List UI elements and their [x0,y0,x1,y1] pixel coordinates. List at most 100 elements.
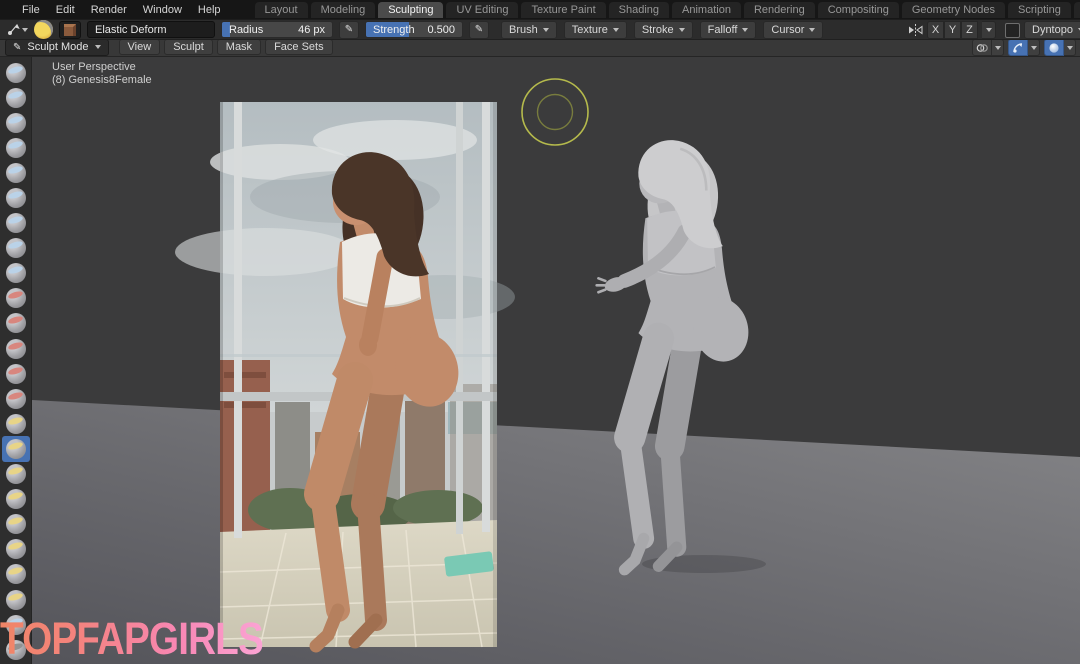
tool-elastic-deform[interactable] [2,436,30,461]
tab-sculpting[interactable]: Sculpting [378,2,443,18]
mirror-axis-buttons: XYZ [927,21,978,39]
mirror-icon [908,23,923,37]
chevron-down-icon [613,28,619,32]
elastic-deform-brush-icon [6,439,26,459]
dropdown-texture[interactable]: Texture [564,21,627,39]
mirror-axis-z[interactable]: Z [961,21,978,39]
menu-file[interactable]: File [14,2,48,18]
tool-multi-plane-scrape[interactable] [2,361,30,386]
show-gizmos-toggle[interactable] [1008,39,1028,56]
tool-scrape[interactable] [2,336,30,361]
stroke-label: Stroke [642,24,674,36]
chevron-down-icon [543,28,549,32]
layer-brush-icon [6,188,26,208]
cursor-label: Cursor [771,24,804,36]
clay-thumb-brush-icon [6,163,26,183]
tool-draw[interactable] [2,60,30,85]
blender-window: FileEditRenderWindowHelp LayoutModelingS… [0,0,1080,664]
menu-edit[interactable]: Edit [48,2,83,18]
3d-viewport[interactable] [32,56,1080,664]
mode-label: Sculpt Mode [27,41,88,53]
reference-image-plane[interactable] [175,102,515,647]
viewport-shading-toggle[interactable] [1044,39,1064,56]
radius-pressure-toggle[interactable]: ✎ [339,21,359,39]
symmetry-options: XYZ Dyntopo Ren [908,21,1080,39]
strength-slider[interactable]: Strength 0.500 [365,21,463,38]
dropdown-cursor[interactable]: Cursor [763,21,823,39]
menu-help[interactable]: Help [190,2,229,18]
tab-uv-editing[interactable]: UV Editing [446,2,518,18]
tool-slide-relax[interactable] [2,587,30,612]
viewport-menu-mask[interactable]: Mask [217,39,261,55]
dyntopo-dropdown[interactable]: Dyntopo [1024,21,1080,39]
tool-rotate[interactable] [2,562,30,587]
tab-add-workspace[interactable]: + [1074,2,1080,18]
tool-clay[interactable] [2,110,30,135]
dropdown-stroke[interactable]: Stroke [634,21,693,39]
tool-blob[interactable] [2,236,30,261]
shading-chevron[interactable] [1064,39,1076,56]
menu-render[interactable]: Render [83,2,135,18]
mirror-options-chevron[interactable] [982,21,996,39]
tab-compositing[interactable]: Compositing [818,2,899,18]
brush-name-field[interactable]: Elastic Deform [87,21,215,38]
radius-slider[interactable]: Radius 46 px [221,21,333,38]
chevron-down-icon [742,28,748,32]
top-menu-bar: FileEditRenderWindowHelp LayoutModelingS… [0,0,1080,19]
tool-inflate[interactable] [2,211,30,236]
tab-layout[interactable]: Layout [255,2,308,18]
tool-pose[interactable] [2,512,30,537]
tab-texture-paint[interactable]: Texture Paint [521,2,605,18]
viewport-menus: ViewSculptMaskFace Sets [119,39,333,55]
brush-datablock-button[interactable] [59,21,81,39]
show-overlays-toggle[interactable] [972,39,992,56]
crease-brush-icon [6,263,26,283]
viewport-menu-sculpt[interactable]: Sculpt [164,39,213,55]
tab-animation[interactable]: Animation [672,2,741,18]
mirror-axis-y[interactable]: Y [944,21,961,39]
strength-label: Strength [373,24,415,36]
mode-selector[interactable]: ✎ Sculpt Mode [5,39,109,56]
chevron-down-icon [679,28,685,32]
overlays-chevron[interactable] [992,39,1004,56]
tool-grab[interactable] [2,411,30,436]
active-tool-icon [6,23,20,37]
strength-pressure-toggle[interactable]: ✎ [469,21,489,39]
tool-pinch[interactable] [2,386,30,411]
gizmo-icon [1012,42,1024,54]
brush-option-dropdowns: Brush Texture Stroke Falloff Cursor [501,21,830,39]
viewport-menu-face-sets[interactable]: Face Sets [265,39,333,55]
tab-modeling[interactable]: Modeling [311,2,376,18]
tool-smooth[interactable] [2,286,30,311]
dropdown-brush[interactable]: Brush [501,21,557,39]
flatten-brush-icon [6,313,26,333]
tool-clay-thumb[interactable] [2,160,30,185]
chevron-down-icon [22,28,28,32]
clay-brush-icon [6,113,26,133]
tool-thumb[interactable] [2,487,30,512]
tool-flatten[interactable] [2,311,30,336]
dropdown-falloff[interactable]: Falloff [700,21,757,39]
scrape-brush-icon [6,339,26,359]
editor-type-selector[interactable] [6,23,28,37]
grab-brush-icon [6,414,26,434]
draw-sharp-brush-icon [6,88,26,108]
tool-crease[interactable] [2,261,30,286]
blob-brush-icon [6,238,26,258]
active-object-label: (8) Genesis8Female [52,74,152,87]
gizmos-chevron[interactable] [1028,39,1040,56]
tab-scripting[interactable]: Scripting [1008,2,1071,18]
tab-geometry-nodes[interactable]: Geometry Nodes [902,2,1005,18]
tool-snake-hook[interactable] [2,462,30,487]
viewport-menu-view[interactable]: View [119,39,161,55]
tab-rendering[interactable]: Rendering [744,2,815,18]
dyntopo-checkbox[interactable] [1005,23,1020,38]
tab-shading[interactable]: Shading [609,2,669,18]
tool-clay-strips[interactable] [2,135,30,160]
menu-window[interactable]: Window [135,2,190,18]
tool-draw-sharp[interactable] [2,85,30,110]
tool-layer[interactable] [2,185,30,210]
tool-nudge[interactable] [2,537,30,562]
brush-preview-icon[interactable] [34,20,53,39]
mirror-axis-x[interactable]: X [927,21,944,39]
